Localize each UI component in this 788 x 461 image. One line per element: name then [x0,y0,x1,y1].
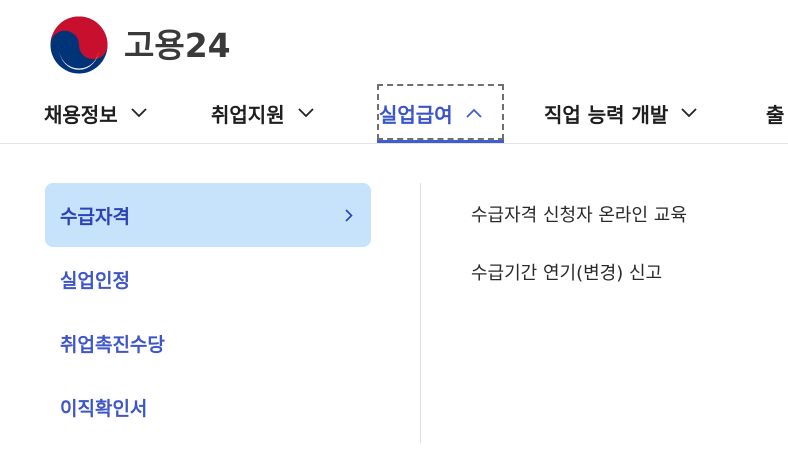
chevron-down-icon [678,102,700,124]
gnb-item-label: 실업급여 [379,102,453,127]
site-logo-text: 고용24 [124,25,231,65]
submenu-item-label: 수급자격 [60,205,130,228]
gnb-item-label: 직업 능력 개발 [544,102,669,127]
chevron-down-icon [295,102,317,124]
gnb-item-employment-support[interactable]: 취업지원 [211,82,317,144]
submenu-item-label: 실업인정 [60,269,130,292]
link-online-education[interactable]: 수급자격 신청자 온라인 교육 [471,185,687,243]
submenu-item-reemployment-allowance[interactable]: 취업촉진수당 [45,311,371,375]
active-tab-underline [377,140,504,143]
column-divider [420,183,421,443]
gnb-item-truncated[interactable]: 출 [766,82,784,144]
gnb-item-label: 취업지원 [211,102,285,127]
gnb-item-job-info[interactable]: 채용정보 [44,82,150,144]
chevron-right-icon [341,207,357,223]
gnb-item-vocational-training[interactable]: 직업 능력 개발 [544,82,700,144]
chevron-down-icon [128,102,150,124]
site-logo[interactable]: 고용24 [48,16,231,74]
gnb-item-unemployment-benefit[interactable]: 실업급여 [377,82,504,144]
submenu-item-unemployment-recognition[interactable]: 실업인정 [45,247,371,311]
chevron-up-icon [463,102,485,124]
submenu-item-separation-certificate[interactable]: 이직확인서 [45,375,371,439]
submenu: 수급자격 실업인정 취업촉진수당 이직확인서 [45,183,371,439]
gnb-item-label: 채용정보 [44,102,118,127]
submenu-item-label: 취업촉진수당 [60,333,165,356]
gnb-item-label: 출 [766,102,785,127]
submenu-item-eligibility[interactable]: 수급자격 [45,183,371,247]
taegeuk-logo-icon [50,16,108,74]
submenu-item-label: 이직확인서 [60,397,148,420]
detail-links: 수급자격 신청자 온라인 교육 수급기간 연기(변경) 신고 [471,185,687,301]
link-period-extension-report[interactable]: 수급기간 연기(변경) 신고 [471,243,687,301]
global-nav: 채용정보 취업지원 실업급여 직업 능력 개발 출 [0,82,788,144]
